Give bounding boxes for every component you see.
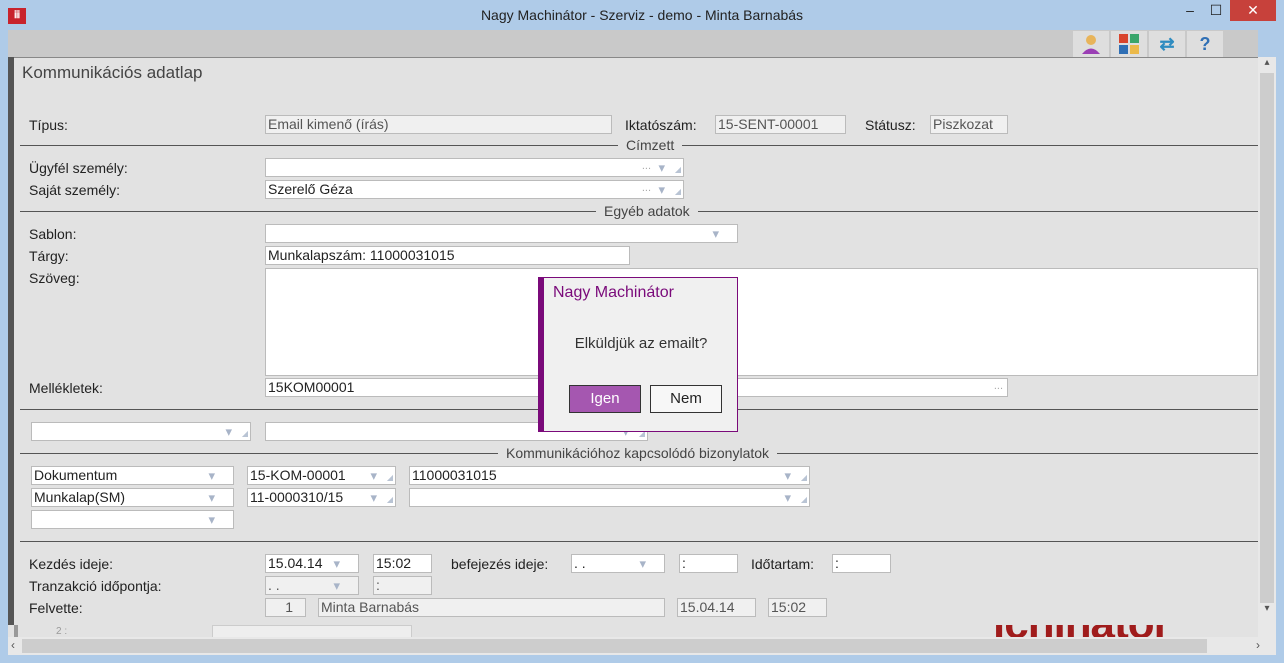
felvette-label: Felvette:: [29, 600, 83, 616]
ugyfel-select[interactable]: ...: [265, 158, 684, 177]
felvette-time: 15:02: [768, 598, 827, 617]
befejezes-date[interactable]: . .: [571, 554, 665, 573]
iktato-label: Iktatószám:: [625, 117, 697, 133]
panel-stripe: [8, 57, 14, 625]
felvette-date: 15.04.14: [677, 598, 756, 617]
vertical-scroll-thumb[interactable]: [1260, 73, 1274, 603]
horizontal-scroll-thumb[interactable]: [22, 639, 1207, 653]
tranz-time[interactable]: :: [373, 576, 432, 595]
idotartam-field[interactable]: :: [832, 554, 891, 573]
egyeb-legend: Egyéb adatok: [596, 203, 698, 219]
kezdes-date[interactable]: 15.04.14: [265, 554, 359, 573]
background-form: 2 : ichinátor: [8, 625, 1258, 637]
doc-id-select[interactable]: 11-0000310/15: [247, 488, 396, 507]
page-title: Kommunikációs adatlap: [22, 63, 203, 82]
befejezes-time[interactable]: :: [679, 554, 738, 573]
dialog-title: Nagy Machinátor: [553, 284, 674, 301]
doc-type-select[interactable]: Munkalap(SM): [31, 488, 234, 507]
horizontal-scrollbar[interactable]: ‹ ›: [8, 637, 1276, 655]
felvette-name: Minta Barnabás: [318, 598, 665, 617]
tipus-label: Típus:: [29, 117, 68, 133]
vertical-scrollbar[interactable]: ▴ ▾: [1258, 57, 1276, 637]
targy-field[interactable]: Munkalapszám: 11000031015: [265, 246, 630, 265]
tranz-date[interactable]: . .: [265, 576, 359, 595]
iktato-field[interactable]: 15-SENT-00001: [715, 115, 846, 134]
close-button[interactable]: ✕: [1230, 0, 1276, 21]
bg-logo: ichinátor: [993, 625, 1171, 637]
ugyfel-label: Ügyfél személy:: [29, 160, 128, 176]
doc-type-select[interactable]: Dokumentum: [31, 466, 234, 485]
sajat-label: Saját személy:: [29, 182, 121, 198]
targy-label: Tárgy:: [29, 248, 69, 264]
doc-type-select[interactable]: [31, 510, 234, 529]
sablon-select[interactable]: [265, 224, 738, 243]
dialog-message: Elküldjük az emailt?: [574, 335, 708, 352]
toolbar: [8, 30, 1258, 57]
help-button[interactable]: ?: [1187, 31, 1223, 57]
kezdes-label: Kezdés ideje:: [29, 556, 114, 572]
maximize-button[interactable]: ☐: [1203, 0, 1229, 21]
bg-label: 2 :: [56, 626, 68, 637]
extra-select-1[interactable]: [31, 422, 251, 441]
mellek-label: Mellékletek:: [29, 380, 103, 396]
doc-id-select[interactable]: 15-KOM-00001: [247, 466, 396, 485]
sync-icon[interactable]: ⇄: [1149, 31, 1185, 57]
divider: [20, 541, 1258, 542]
tipus-field[interactable]: Email kimenő (írás): [265, 115, 612, 134]
cimzett-legend: Címzett: [618, 137, 683, 153]
befejezes-label: befejezés ideje:: [451, 556, 549, 572]
szoveg-textarea[interactable]: [265, 268, 1258, 376]
minimize-button[interactable]: –: [1177, 0, 1203, 21]
sajat-select[interactable]: Szerelő Géza...: [265, 180, 684, 199]
szoveg-label: Szöveg:: [29, 270, 80, 286]
window-title: Nagy Machinátor - Szerviz - demo - Minta…: [480, 7, 804, 23]
doc-ref-select[interactable]: 11000031015: [409, 466, 810, 485]
user-icon[interactable]: [1073, 31, 1109, 57]
tranz-label: Tranzakció időpontja:: [29, 578, 162, 594]
status-field[interactable]: Piszkozat: [930, 115, 1008, 134]
bg-stripe: [14, 625, 18, 637]
doc-ref-select[interactable]: [409, 488, 810, 507]
status-label: Státusz:: [865, 117, 916, 133]
kezdes-time[interactable]: 15:02: [373, 554, 432, 573]
no-button[interactable]: Nem: [650, 385, 722, 413]
kapcs-legend: Kommunikációhoz kapcsolódó bizonylatok: [498, 445, 778, 461]
bg-field: [212, 625, 412, 637]
idotartam-label: Időtartam:: [751, 556, 815, 572]
yes-button[interactable]: Igen: [569, 385, 641, 413]
sablon-label: Sablon:: [29, 226, 77, 242]
confirm-dialog: Nagy Machinátor Elküldjük az emailt? Ige…: [538, 277, 738, 432]
felvette-id: 1: [265, 598, 306, 617]
apps-icon[interactable]: [1111, 31, 1147, 57]
